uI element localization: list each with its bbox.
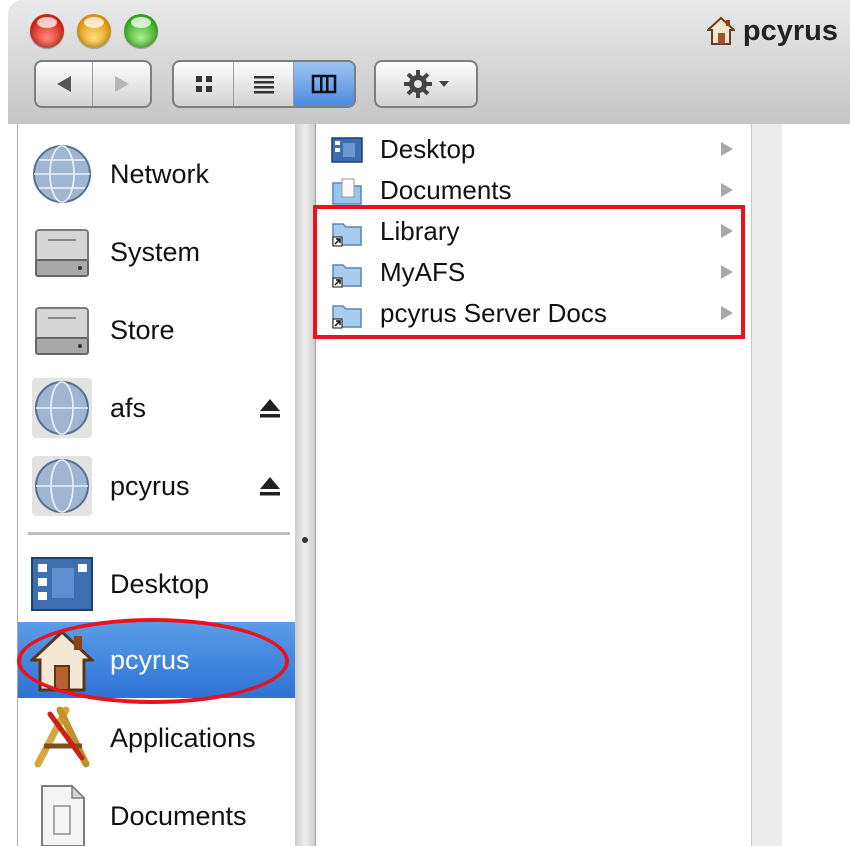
disclosure-arrow-icon [721, 142, 733, 156]
sidebar-item-label: Desktop [110, 569, 210, 599]
sidebar-item-applications[interactable]: Applications [18, 700, 296, 776]
sidebar-item-label: System [110, 237, 201, 267]
column-item-label: pcyrus Server Docs [380, 298, 607, 328]
home-icon [30, 629, 94, 692]
desktop-icon [31, 557, 93, 611]
alias-folder-icon [332, 305, 362, 329]
eject-icon[interactable] [258, 474, 282, 498]
document-icon [41, 784, 86, 846]
action-menu-button[interactable] [374, 60, 478, 108]
network-globe-icon [32, 378, 92, 438]
sidebar-item-documents[interactable]: Documents [18, 778, 296, 846]
empty-column [782, 124, 850, 846]
column-item-library[interactable]: Library [316, 211, 752, 252]
sidebar-item-label: Applications [110, 723, 256, 753]
network-globe-icon [33, 145, 91, 203]
hard-drive-icon [35, 307, 89, 355]
disclosure-arrow-icon [721, 306, 733, 320]
column-item-documents[interactable]: Documents [316, 170, 752, 211]
disclosure-arrow-icon [721, 183, 733, 197]
chevron-down-icon [439, 81, 449, 87]
column-resize-bar[interactable] [751, 124, 783, 846]
sidebar-item-store[interactable]: Store [18, 292, 296, 368]
sidebar-item-network[interactable]: Network [18, 136, 296, 212]
sidebar-item-desktop[interactable]: Desktop [18, 546, 296, 622]
window-title-text: pcyrus [742, 14, 838, 47]
view-mode-selector [172, 60, 356, 108]
icon-view-button[interactable] [174, 62, 234, 106]
zoom-button[interactable] [124, 14, 158, 48]
column-item-label: Desktop [380, 134, 476, 164]
column-item-desktop[interactable]: Desktop [316, 129, 752, 170]
gear-icon [404, 70, 432, 98]
column-browser-column: Desktop Documents Library MyAFS pcyrus S… [315, 124, 752, 846]
sidebar-item-label: afs [110, 393, 147, 423]
icon-view-icon [195, 76, 212, 92]
forward-button[interactable] [93, 62, 150, 106]
applications-icon [34, 706, 90, 768]
sidebar-item-label: Network [110, 159, 210, 189]
sidebar-item-system[interactable]: System [18, 214, 296, 290]
disclosure-arrow-icon [721, 224, 733, 238]
sidebar-divider [28, 532, 290, 535]
eject-icon[interactable] [258, 396, 282, 420]
column-item-label: MyAFS [380, 257, 466, 287]
finder-window: pcyrus Network System Store afs pcyrus D… [0, 0, 850, 846]
sidebar-item-afs[interactable]: afs [18, 370, 296, 446]
back-button[interactable] [36, 62, 93, 106]
column-view-icon [311, 74, 337, 94]
column-item-label: Library [380, 216, 460, 246]
toolbar: pcyrus [8, 0, 850, 124]
list-view-button[interactable] [234, 62, 294, 106]
documents-folder-icon [332, 178, 362, 205]
network-globe-icon [32, 456, 92, 516]
sidebar-item-pcyrus-home[interactable]: pcyrus [18, 622, 296, 698]
sidebar-item-label: Store [110, 315, 175, 345]
disclosure-arrow-icon [721, 265, 733, 279]
navigation-buttons [34, 60, 152, 108]
sidebar-item-label: pcyrus [110, 471, 190, 501]
alias-folder-icon [332, 264, 362, 288]
desktop-folder-icon [331, 137, 363, 163]
column-item-pcyrus-server-docs[interactable]: pcyrus Server Docs [316, 293, 752, 334]
back-arrow-icon [57, 76, 71, 92]
close-button[interactable] [30, 14, 64, 48]
forward-arrow-icon [114, 76, 129, 92]
list-view-icon [253, 76, 274, 94]
column-view-button[interactable] [294, 62, 354, 106]
alias-folder-icon [332, 223, 362, 247]
home-icon [706, 16, 735, 45]
sidebar-splitter[interactable] [295, 124, 315, 846]
hard-drive-icon [35, 229, 89, 277]
action-button-content [376, 62, 476, 106]
column-item-label: Documents [380, 175, 512, 205]
minimize-button[interactable] [77, 14, 111, 48]
window-title: pcyrus [706, 14, 838, 48]
splitter-handle[interactable] [302, 537, 308, 543]
sidebar: Network System Store afs pcyrus Desktop … [17, 124, 296, 846]
sidebar-item-pcyrus-volume[interactable]: pcyrus [18, 448, 296, 524]
sidebar-item-label: Documents [110, 801, 247, 831]
sidebar-item-label: pcyrus [110, 645, 190, 675]
column-item-myafs[interactable]: MyAFS [316, 252, 752, 293]
